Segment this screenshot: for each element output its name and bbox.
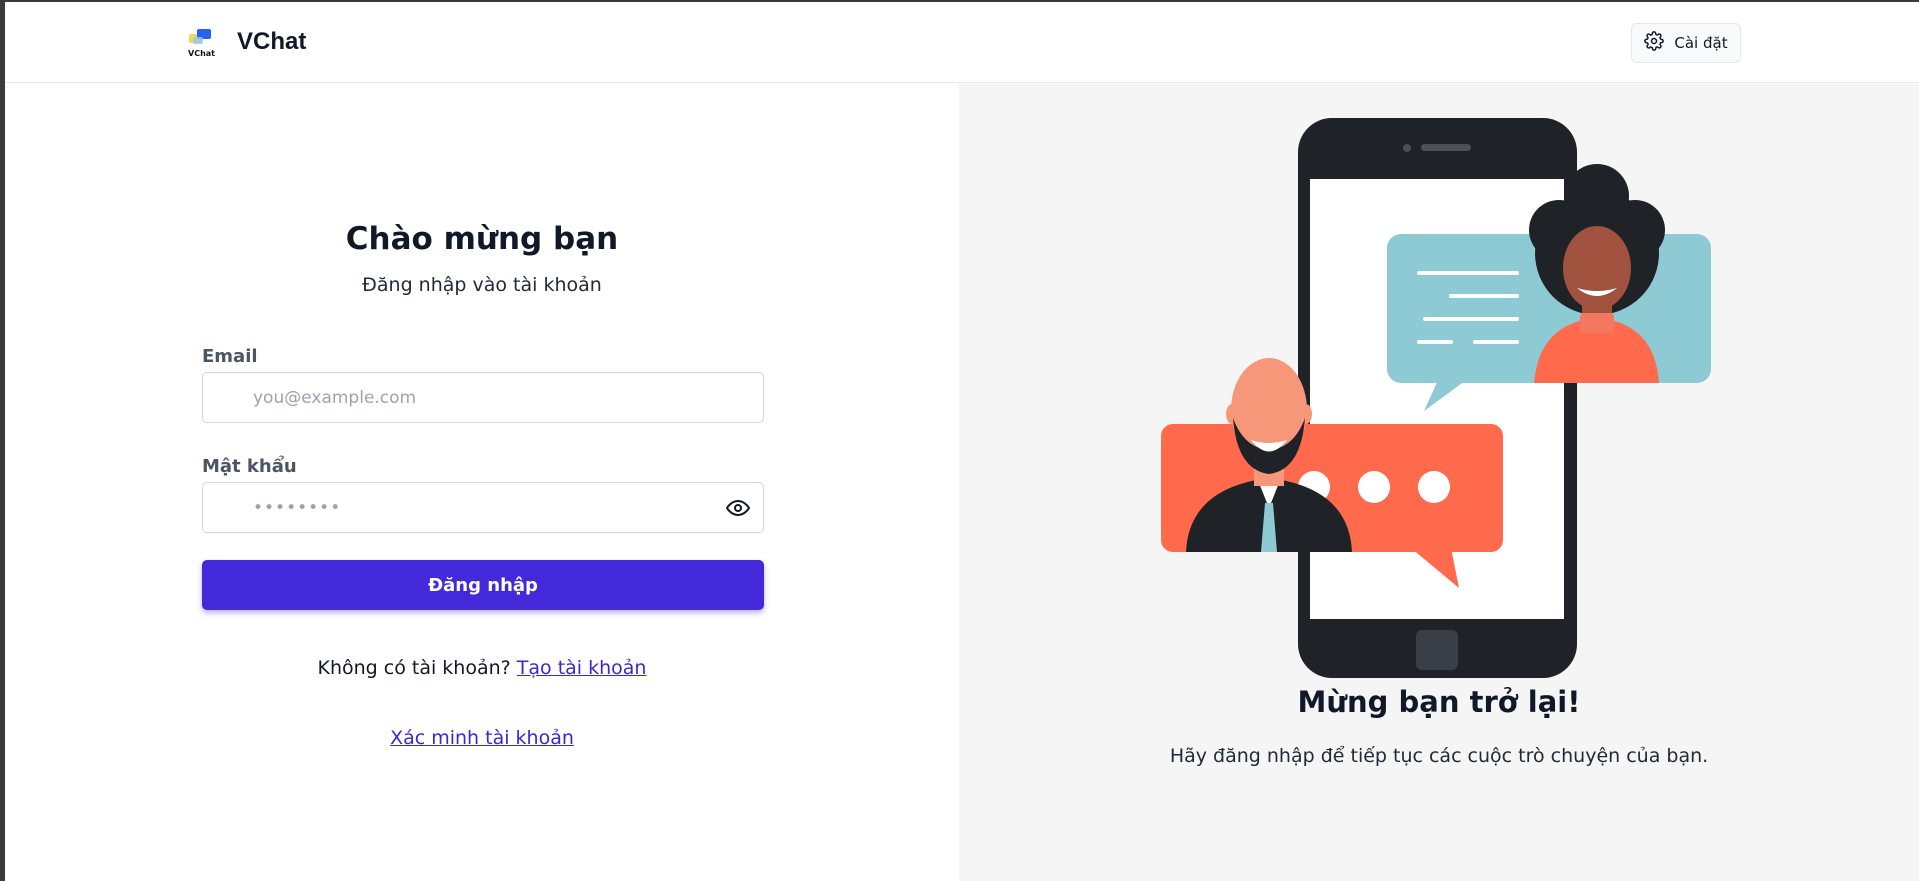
password-placeholder: ••••••••: [253, 497, 342, 518]
email-label: Email: [202, 346, 258, 367]
login-subtitle: Đăng nhập vào tài khoản: [362, 274, 602, 296]
welcome-title: Mừng bạn trở lại!: [1297, 685, 1581, 719]
verify-account-link[interactable]: Xác minh tài khoản: [390, 727, 574, 749]
gear-icon: [1644, 31, 1665, 55]
svg-text:VChat: VChat: [188, 49, 215, 58]
login-button[interactable]: Đăng nhập: [202, 560, 764, 610]
password-label: Mật khẩu: [202, 456, 297, 477]
eye-icon[interactable]: [725, 496, 751, 520]
app-window: VChat VChat Cài đặt Chào mừng bạn Đăng n…: [5, 2, 1919, 881]
no-account-text: Không có tài khoản?: [317, 657, 511, 679]
welcome-panel: Mừng bạn trở lại! Hãy đăng nhập để tiếp …: [959, 84, 1919, 881]
vchat-logo[interactable]: VChat: [187, 26, 219, 60]
settings-button[interactable]: Cài đặt: [1631, 23, 1741, 63]
create-account-link[interactable]: Tạo tài khoản: [517, 657, 647, 679]
settings-label: Cài đặt: [1674, 34, 1728, 52]
brand-name: VChat: [237, 28, 307, 55]
signup-prompt: Không có tài khoản? Tạo tài khoản: [5, 657, 959, 679]
chat-illustration: [1159, 118, 1719, 678]
email-placeholder: you@example.com: [253, 387, 417, 408]
login-title: Chào mừng bạn: [345, 221, 619, 257]
verify-prompt: Xác minh tài khoản: [5, 727, 959, 749]
password-input[interactable]: ••••••••: [202, 482, 764, 533]
login-panel: Chào mừng bạn Đăng nhập vào tài khoản Em…: [5, 84, 959, 881]
welcome-subtitle: Hãy đăng nhập để tiếp tục các cuộc trò c…: [1169, 745, 1709, 767]
email-input[interactable]: you@example.com: [202, 372, 764, 423]
top-header: VChat VChat Cài đặt: [5, 2, 1919, 83]
